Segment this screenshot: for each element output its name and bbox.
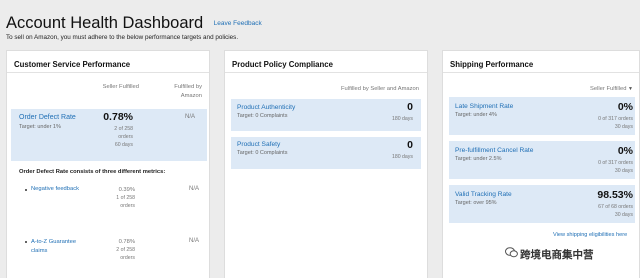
shipping-card: Shipping Performance Seller Fulfilled ▼ … xyxy=(442,50,640,278)
late-shipment-value: 0% xyxy=(617,101,633,113)
metrics-heading: Order Defect Rate consists of three diff… xyxy=(19,169,166,175)
product-safety-value: 0 xyxy=(407,139,413,151)
cancel-rate-target: Target: under 2.5% xyxy=(455,156,502,162)
valid-tracking-target: Target: over 95% xyxy=(455,200,497,206)
watermark-text: 跨境电商集中营 xyxy=(520,249,594,261)
product-authenticity-target: Target: 0 Complaints xyxy=(237,113,288,119)
col-seller-fulfilled: Seller Fulfilled xyxy=(102,84,139,90)
cancel-rate-detail: 0 of 317 orders 30 days xyxy=(598,160,633,175)
col-fulfilled-by-amazon: Fulfilled by Amazon xyxy=(174,84,202,99)
cancel-rate-value: 0% xyxy=(617,145,633,157)
late-shipment-detail: 0 of 317 orders 30 days xyxy=(598,116,633,131)
odr-detail: 2 of 258 orders 60 days xyxy=(114,126,133,149)
shipping-dropdown[interactable]: Seller Fulfilled ▼ xyxy=(553,85,633,94)
product-safety-link[interactable]: Product Safety xyxy=(237,141,280,148)
wechat-icon xyxy=(505,247,518,258)
caret-down-icon: ▼ xyxy=(628,86,633,92)
odr-label[interactable]: Order Defect Rate xyxy=(19,114,76,121)
page-title: Account Health Dashboard xyxy=(6,14,204,32)
product-safety-target: Target: 0 Complaints xyxy=(237,150,288,156)
shipping-eligibilities-link[interactable]: View shipping eligibilities here xyxy=(553,232,627,238)
product-safety-period: 180 days xyxy=(391,154,413,160)
a-to-z-detail: 2 of 258 orders xyxy=(116,247,135,262)
odr-value: 0.78% xyxy=(103,111,133,123)
negative-feedback-value: 0.39% xyxy=(118,187,135,193)
odr-target: Target: under 1% xyxy=(19,124,61,130)
cancel-rate-link[interactable]: Pre-fulfillment Cancel Rate xyxy=(455,147,533,154)
col-fulfilled-seller-amazon: Fulfilled by Seller and Amazon xyxy=(341,86,419,92)
product-policy-card: Product Policy Compliance Fulfilled by S… xyxy=(224,50,428,278)
product-policy-title: Product Policy Compliance xyxy=(225,51,427,73)
valid-tracking-link[interactable]: Valid Tracking Rate xyxy=(455,191,512,198)
a-to-z-amazon: N/A xyxy=(189,238,200,244)
valid-tracking-detail: 67 of 68 orders 30 days xyxy=(598,204,633,219)
late-shipment-target: Target: under 4% xyxy=(455,112,497,118)
a-to-z-claims-link[interactable]: A-to-Z Guarantee claims xyxy=(31,238,76,256)
leave-feedback-link[interactable]: Leave Feedback xyxy=(214,20,262,27)
page-subtitle: To sell on Amazon, you must adhere to th… xyxy=(6,34,239,41)
customer-service-title: Customer Service Performance xyxy=(7,51,209,73)
a-to-z-value: 0.78% xyxy=(118,239,135,245)
product-authenticity-period: 180 days xyxy=(391,116,413,122)
customer-service-card: Customer Service Performance Seller Fulf… xyxy=(6,50,210,278)
product-authenticity-link[interactable]: Product Authenticity xyxy=(237,104,295,111)
product-authenticity-value: 0 xyxy=(407,101,413,113)
negative-feedback-link[interactable]: Negative feedback xyxy=(31,186,79,192)
odr-amazon-value: N/A xyxy=(185,114,196,120)
negative-feedback-amazon: N/A xyxy=(189,186,200,192)
negative-feedback-detail: 1 of 258 orders xyxy=(116,195,135,210)
page-header: Account Health Dashboard Leave Feedback xyxy=(6,14,262,33)
valid-tracking-value: 98.53% xyxy=(597,189,633,201)
bullet-icon xyxy=(25,241,27,243)
shipping-title: Shipping Performance xyxy=(443,51,639,73)
bullet-icon xyxy=(25,189,27,191)
late-shipment-link[interactable]: Late Shipment Rate xyxy=(455,103,513,110)
